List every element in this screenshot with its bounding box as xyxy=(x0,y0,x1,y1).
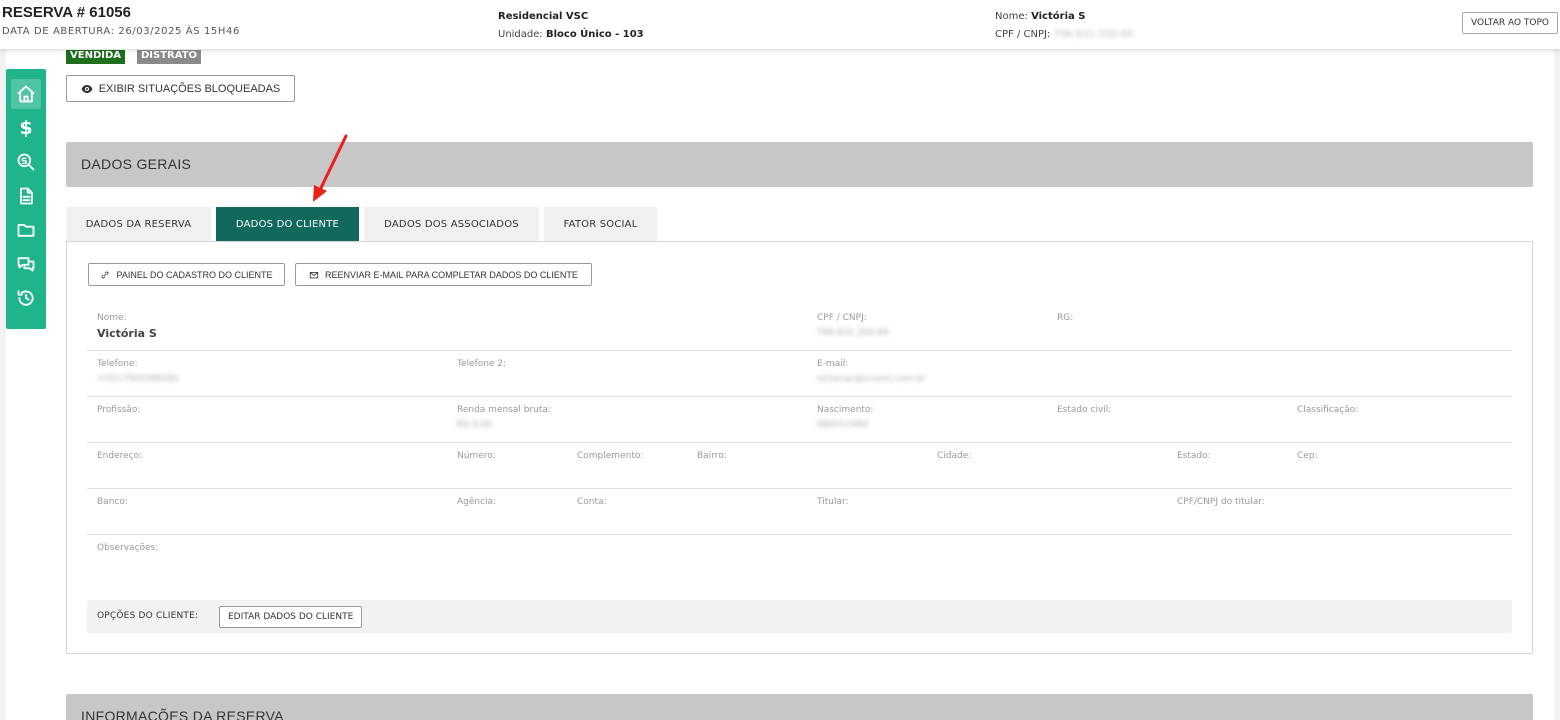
email-label: E-mail: xyxy=(817,359,849,369)
section-reservation-info[interactable]: INFORMAÇÕES DA RESERVA xyxy=(66,694,1533,720)
history-icon[interactable] xyxy=(11,283,41,313)
state-label: Estado: xyxy=(1177,451,1211,461)
email-value: victoriar@vcorm.com.br xyxy=(817,374,926,384)
scrollbar[interactable] xyxy=(1554,50,1560,720)
client-register-panel-button[interactable]: PAINEL DO CADASTRO DO CLIENTE xyxy=(88,263,285,286)
phone-value: +5517920286282 xyxy=(97,374,179,384)
zip-label: Cep: xyxy=(1297,451,1318,461)
development-name: Residencial VSC xyxy=(498,11,589,22)
row-divider xyxy=(87,534,1512,535)
row-divider xyxy=(87,396,1512,397)
number-label: Número: xyxy=(457,451,496,461)
neighborhood-label: Bairro: xyxy=(697,451,727,461)
row-divider xyxy=(87,350,1512,351)
document-icon[interactable] xyxy=(11,181,41,211)
rg-label: RG: xyxy=(1057,313,1074,323)
tab-reservation-data[interactable]: DADOS DA RESERVA xyxy=(66,207,211,242)
link-icon xyxy=(102,271,109,278)
income-label: Renda mensal bruta: xyxy=(457,405,551,415)
complement-label: Complemento: xyxy=(577,451,644,461)
back-to-top-button[interactable]: VOLTAR AO TOPO xyxy=(1462,12,1558,34)
tab-social-factor[interactable]: FATOR SOCIAL xyxy=(544,207,657,242)
show-blocked-label: EXIBIR SITUAÇÕES BLOQUEADAS xyxy=(98,82,281,95)
row-divider xyxy=(87,442,1512,443)
unit-label: Unidade: xyxy=(498,29,543,40)
annotation-arrow-icon xyxy=(313,134,348,202)
account-label: Conta: xyxy=(577,497,607,507)
dollar-icon[interactable]: $ xyxy=(11,113,41,143)
client-cpf-label: CPF / CNPJ: xyxy=(995,29,1051,40)
home-icon[interactable] xyxy=(11,79,41,109)
agency-label: Agência: xyxy=(457,497,497,507)
client-name-value: Victória S xyxy=(1031,11,1086,22)
page-root: RESERVA # 61056 DATA DE ABERTURA: 26/03/… xyxy=(0,0,1560,720)
development-info: Residencial VSC Unidade: Bloco Único - 1… xyxy=(498,8,644,44)
birthdate-label: Nascimento: xyxy=(817,405,874,415)
chat-icon[interactable] xyxy=(11,249,41,279)
row-divider xyxy=(87,488,1512,489)
opening-date: DATA DE ABERTURA: 26/03/2025 ÀS 15H46 xyxy=(2,26,240,37)
name-value: Victória S xyxy=(97,327,157,340)
name-label: Nome: xyxy=(97,313,127,323)
resend-email-button[interactable]: REENVIAR E-MAIL PARA COMPLETAR DADOS DO … xyxy=(295,263,592,286)
tab-client-data[interactable]: DADOS DO CLIENTE xyxy=(216,207,359,242)
eye-icon xyxy=(81,84,93,93)
client-info: Nome: Victória S CPF / CNPJ: 796.631.250… xyxy=(995,8,1133,44)
phone2-label: Telefone 2: xyxy=(457,359,507,369)
folder-icon[interactable] xyxy=(11,215,41,245)
income-value: R$ 0,00 xyxy=(457,420,492,430)
tab-associates-data[interactable]: DADOS DOS ASSOCIADOS xyxy=(364,207,539,242)
bank-label: Banco: xyxy=(97,497,128,507)
profession-label: Profissão: xyxy=(97,405,141,415)
city-label: Cidade: xyxy=(937,451,972,461)
reservation-title: RESERVA # 61056 xyxy=(2,4,131,21)
classification-label: Classificação: xyxy=(1297,405,1359,415)
top-header: RESERVA # 61056 DATA DE ABERTURA: 26/03/… xyxy=(0,0,1560,50)
dollar-glyph: $ xyxy=(19,117,33,139)
cpf-label: CPF / CNPJ: xyxy=(817,313,867,323)
side-toolbar: $ xyxy=(6,69,46,329)
show-blocked-situations-button[interactable]: EXIBIR SITUAÇÕES BLOQUEADAS xyxy=(66,75,295,102)
client-cpf-value: 796.631.250-66 xyxy=(1053,29,1134,40)
unit-value: Bloco Único - 103 xyxy=(545,29,644,40)
client-options-bar: OPÇÕES DO CLIENTE: EDITAR DADOS DO CLIEN… xyxy=(87,600,1512,633)
client-register-panel-label: PAINEL DO CADASTRO DO CLIENTE xyxy=(116,269,273,280)
birthdate-value: 08/07/1992 xyxy=(817,420,869,430)
search-money-icon[interactable] xyxy=(11,147,41,177)
phone-label: Telefone: xyxy=(97,359,138,369)
cpf-value: 796.631.250-66 xyxy=(817,328,889,338)
resend-email-label: REENVIAR E-MAIL PARA COMPLETAR DADOS DO … xyxy=(325,269,578,280)
client-options-label: OPÇÕES DO CLIENTE: xyxy=(97,611,199,621)
address-label: Endereço: xyxy=(97,451,143,461)
edit-client-button[interactable]: EDITAR DADOS DO CLIENTE xyxy=(219,606,363,628)
client-data-panel: PAINEL DO CADASTRO DO CLIENTE REENVIAR E… xyxy=(66,241,1533,654)
envelope-icon xyxy=(309,271,319,278)
marital-status-label: Estado civil: xyxy=(1057,405,1112,415)
notes-label: Observações: xyxy=(97,543,159,553)
holder-cpf-label: CPF/CNPJ do titular: xyxy=(1177,497,1265,507)
client-name-label: Nome: xyxy=(995,11,1028,22)
section-general-data[interactable]: DADOS GERAIS xyxy=(66,142,1533,187)
holder-label: Titular: xyxy=(817,497,849,507)
